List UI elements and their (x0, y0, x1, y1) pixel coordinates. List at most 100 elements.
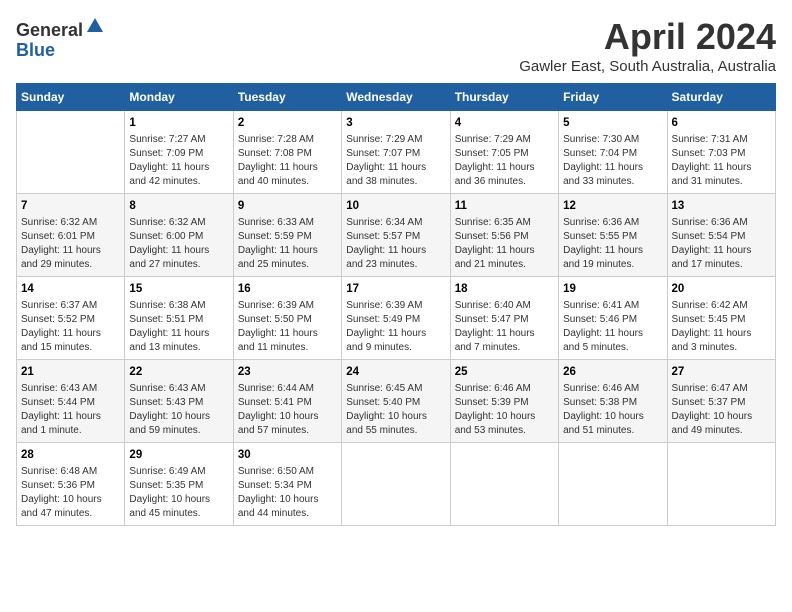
day-cell: 7 Sunrise: 6:32 AMSunset: 6:01 PMDaylight… (17, 194, 125, 277)
day-cell (450, 443, 558, 526)
day-info: Sunrise: 6:32 AMSunset: 6:00 PMDaylight:… (129, 216, 228, 272)
day-cell (667, 443, 775, 526)
day-info: Sunrise: 6:50 AMSunset: 5:34 PMDaylight:… (238, 465, 337, 521)
day-cell: 9 Sunrise: 6:33 AMSunset: 5:59 PMDaylight… (233, 194, 341, 277)
day-number: 25 (455, 364, 554, 380)
calendar-table: SundayMondayTuesdayWednesdayThursdayFrid… (16, 83, 776, 526)
day-info: Sunrise: 6:40 AMSunset: 5:47 PMDaylight:… (455, 299, 554, 355)
day-number: 20 (672, 281, 771, 297)
day-cell: 28 Sunrise: 6:48 AMSunset: 5:36 PMDayligh… (17, 443, 125, 526)
week-row-1: 1 Sunrise: 7:27 AMSunset: 7:09 PMDaylight… (17, 111, 776, 194)
week-row-2: 7 Sunrise: 6:32 AMSunset: 6:01 PMDaylight… (17, 194, 776, 277)
logo-general: General (16, 20, 83, 40)
page-header: General Blue April 2024 Gawler East, Sou… (16, 16, 776, 75)
calendar-subtitle: Gawler East, South Australia, Australia (519, 58, 776, 75)
day-cell: 22 Sunrise: 6:43 AMSunset: 5:43 PMDayligh… (125, 360, 233, 443)
day-cell (342, 443, 450, 526)
day-cell: 30 Sunrise: 6:50 AMSunset: 5:34 PMDayligh… (233, 443, 341, 526)
day-number: 12 (563, 198, 662, 214)
day-cell: 29Sunrise: 6:49 AMSunset: 5:35 PMDayligh… (125, 443, 233, 526)
column-header-sunday: Sunday (17, 84, 125, 111)
day-cell: 15Sunrise: 6:38 AMSunset: 5:51 PMDayligh… (125, 277, 233, 360)
day-cell: 23 Sunrise: 6:44 AMSunset: 5:41 PMDayligh… (233, 360, 341, 443)
day-info: Sunrise: 7:29 AMSunset: 7:05 PMDaylight:… (455, 133, 554, 189)
day-info: Sunrise: 7:27 AMSunset: 7:09 PMDaylight:… (129, 133, 228, 189)
day-info: Sunrise: 6:45 AMSunset: 5:40 PMDaylight:… (346, 382, 445, 438)
day-cell: 20Sunrise: 6:42 AMSunset: 5:45 PMDayligh… (667, 277, 775, 360)
day-info: Sunrise: 7:29 AMSunset: 7:07 PMDaylight:… (346, 133, 445, 189)
day-number: 5 (563, 115, 662, 131)
day-cell: 4 Sunrise: 7:29 AMSunset: 7:05 PMDaylight… (450, 111, 558, 194)
day-info: Sunrise: 6:43 AMSunset: 5:44 PMDaylight:… (21, 382, 120, 438)
day-number: 6 (672, 115, 771, 131)
day-info: Sunrise: 6:32 AMSunset: 6:01 PMDaylight:… (21, 216, 120, 272)
day-info: Sunrise: 6:39 AMSunset: 5:50 PMDaylight:… (238, 299, 337, 355)
day-number: 9 (238, 198, 337, 214)
column-header-thursday: Thursday (450, 84, 558, 111)
column-header-friday: Friday (559, 84, 667, 111)
title-block: April 2024 Gawler East, South Australia,… (519, 16, 776, 75)
column-header-saturday: Saturday (667, 84, 775, 111)
day-cell (559, 443, 667, 526)
week-row-4: 21 Sunrise: 6:43 AMSunset: 5:44 PMDayligh… (17, 360, 776, 443)
day-info: Sunrise: 7:30 AMSunset: 7:04 PMDaylight:… (563, 133, 662, 189)
day-info: Sunrise: 6:46 AMSunset: 5:38 PMDaylight:… (563, 382, 662, 438)
day-number: 24 (346, 364, 445, 380)
day-info: Sunrise: 6:35 AMSunset: 5:56 PMDaylight:… (455, 216, 554, 272)
day-info: Sunrise: 7:31 AMSunset: 7:03 PMDaylight:… (672, 133, 771, 189)
logo: General Blue (16, 16, 105, 61)
day-info: Sunrise: 6:36 AMSunset: 5:55 PMDaylight:… (563, 216, 662, 272)
day-number: 4 (455, 115, 554, 131)
day-number: 13 (672, 198, 771, 214)
day-cell: 10Sunrise: 6:34 AMSunset: 5:57 PMDayligh… (342, 194, 450, 277)
day-number: 2 (238, 115, 337, 131)
header-row: SundayMondayTuesdayWednesdayThursdayFrid… (17, 84, 776, 111)
day-cell: 13 Sunrise: 6:36 AMSunset: 5:54 PMDayligh… (667, 194, 775, 277)
day-cell: 11Sunrise: 6:35 AMSunset: 5:56 PMDayligh… (450, 194, 558, 277)
day-info: Sunrise: 6:34 AMSunset: 5:57 PMDaylight:… (346, 216, 445, 272)
day-info: Sunrise: 6:41 AMSunset: 5:46 PMDaylight:… (563, 299, 662, 355)
day-cell: 6 Sunrise: 7:31 AMSunset: 7:03 PMDaylight… (667, 111, 775, 194)
logo-icon (85, 16, 105, 36)
day-cell: 2Sunrise: 7:28 AMSunset: 7:08 PMDaylight… (233, 111, 341, 194)
day-number: 7 (21, 198, 120, 214)
day-info: Sunrise: 6:48 AMSunset: 5:36 PMDaylight:… (21, 465, 120, 521)
day-info: Sunrise: 6:43 AMSunset: 5:43 PMDaylight:… (129, 382, 228, 438)
day-cell: 26 Sunrise: 6:46 AMSunset: 5:38 PMDayligh… (559, 360, 667, 443)
day-number: 1 (129, 115, 228, 131)
day-cell: 24 Sunrise: 6:45 AMSunset: 5:40 PMDayligh… (342, 360, 450, 443)
day-number: 28 (21, 447, 120, 463)
day-info: Sunrise: 6:47 AMSunset: 5:37 PMDaylight:… (672, 382, 771, 438)
day-number: 3 (346, 115, 445, 131)
day-cell: 19Sunrise: 6:41 AMSunset: 5:46 PMDayligh… (559, 277, 667, 360)
week-row-5: 28 Sunrise: 6:48 AMSunset: 5:36 PMDayligh… (17, 443, 776, 526)
day-number: 26 (563, 364, 662, 380)
day-number: 18 (455, 281, 554, 297)
day-cell: 8 Sunrise: 6:32 AMSunset: 6:00 PMDaylight… (125, 194, 233, 277)
day-info: Sunrise: 6:38 AMSunset: 5:51 PMDaylight:… (129, 299, 228, 355)
day-number: 14 (21, 281, 120, 297)
day-number: 23 (238, 364, 337, 380)
column-header-tuesday: Tuesday (233, 84, 341, 111)
day-number: 27 (672, 364, 771, 380)
logo-blue: Blue (16, 40, 55, 60)
day-info: Sunrise: 6:44 AMSunset: 5:41 PMDaylight:… (238, 382, 337, 438)
day-number: 21 (21, 364, 120, 380)
calendar-title: April 2024 (519, 16, 776, 58)
day-cell: 1 Sunrise: 7:27 AMSunset: 7:09 PMDaylight… (125, 111, 233, 194)
day-info: Sunrise: 6:37 AMSunset: 5:52 PMDaylight:… (21, 299, 120, 355)
day-cell: 5 Sunrise: 7:30 AMSunset: 7:04 PMDaylight… (559, 111, 667, 194)
day-number: 30 (238, 447, 337, 463)
day-info: Sunrise: 6:33 AMSunset: 5:59 PMDaylight:… (238, 216, 337, 272)
day-cell (17, 111, 125, 194)
day-cell: 18 Sunrise: 6:40 AMSunset: 5:47 PMDayligh… (450, 277, 558, 360)
day-cell: 17Sunrise: 6:39 AMSunset: 5:49 PMDayligh… (342, 277, 450, 360)
day-info: Sunrise: 6:36 AMSunset: 5:54 PMDaylight:… (672, 216, 771, 272)
day-cell: 21 Sunrise: 6:43 AMSunset: 5:44 PMDayligh… (17, 360, 125, 443)
day-cell: 12 Sunrise: 6:36 AMSunset: 5:55 PMDayligh… (559, 194, 667, 277)
column-header-monday: Monday (125, 84, 233, 111)
day-number: 22 (129, 364, 228, 380)
day-number: 8 (129, 198, 228, 214)
day-info: Sunrise: 6:39 AMSunset: 5:49 PMDaylight:… (346, 299, 445, 355)
week-row-3: 14 Sunrise: 6:37 AMSunset: 5:52 PMDayligh… (17, 277, 776, 360)
